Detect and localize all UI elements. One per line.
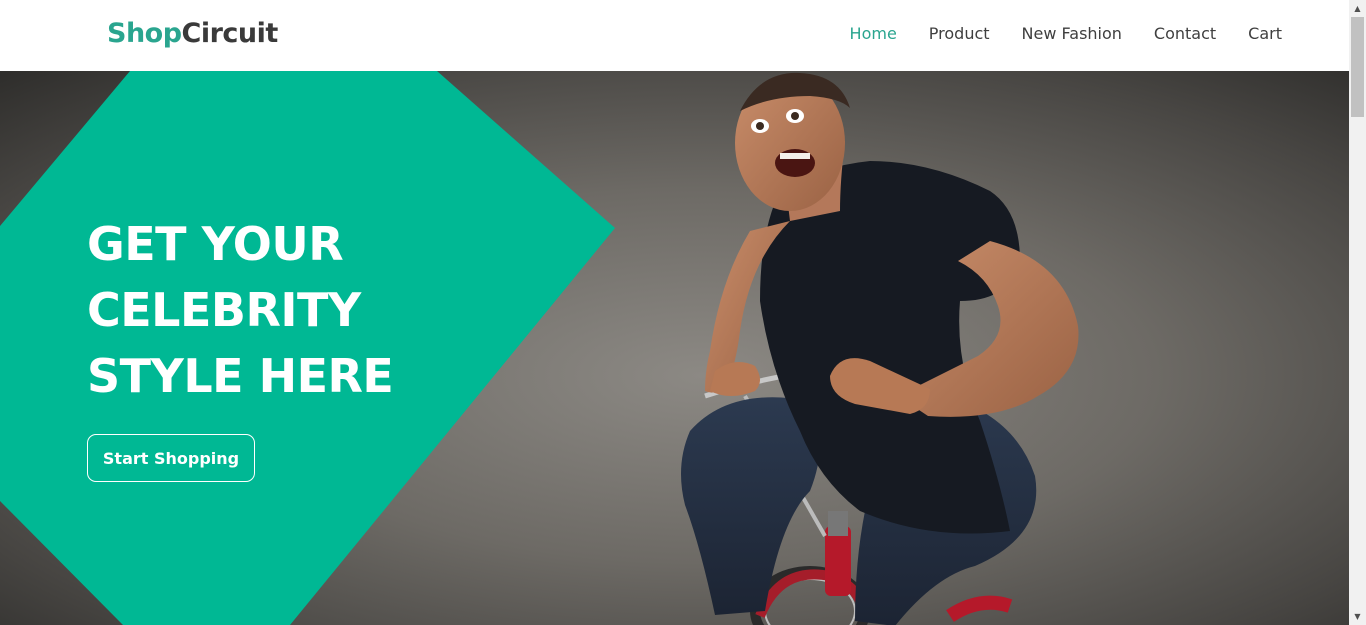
headline-line-1: GET YOUR xyxy=(87,217,344,271)
headline-line-3: STYLE HERE xyxy=(87,349,394,403)
page-scrollbar[interactable]: ▲ ▼ xyxy=(1349,0,1366,625)
nav-product[interactable]: Product xyxy=(929,24,990,43)
scroll-thumb[interactable] xyxy=(1351,17,1364,117)
nav-contact[interactable]: Contact xyxy=(1154,24,1216,43)
start-shopping-button[interactable]: Start Shopping xyxy=(87,434,255,482)
brand-part-circuit: Circuit xyxy=(181,18,279,49)
hero-banner: GET YOUR CELEBRITY STYLE HERE Start Shop… xyxy=(0,71,1349,625)
page: ShopCircuit Home Product New Fashion Con… xyxy=(0,0,1366,625)
site-header: ShopCircuit Home Product New Fashion Con… xyxy=(0,0,1349,71)
nav-cart[interactable]: Cart xyxy=(1248,24,1282,43)
nav-home[interactable]: Home xyxy=(850,24,897,43)
scroll-down-arrow-icon[interactable]: ▼ xyxy=(1349,608,1366,625)
headline-line-2: CELEBRITY xyxy=(87,283,361,337)
brand-part-shop: Shop xyxy=(107,18,182,49)
brand-logo[interactable]: ShopCircuit xyxy=(107,18,278,49)
hero-headline: GET YOUR CELEBRITY STYLE HERE xyxy=(87,211,507,409)
scroll-up-arrow-icon[interactable]: ▲ xyxy=(1349,0,1366,17)
nav-new-fashion[interactable]: New Fashion xyxy=(1022,24,1122,43)
main-nav: Home Product New Fashion Contact Cart xyxy=(818,24,1282,43)
